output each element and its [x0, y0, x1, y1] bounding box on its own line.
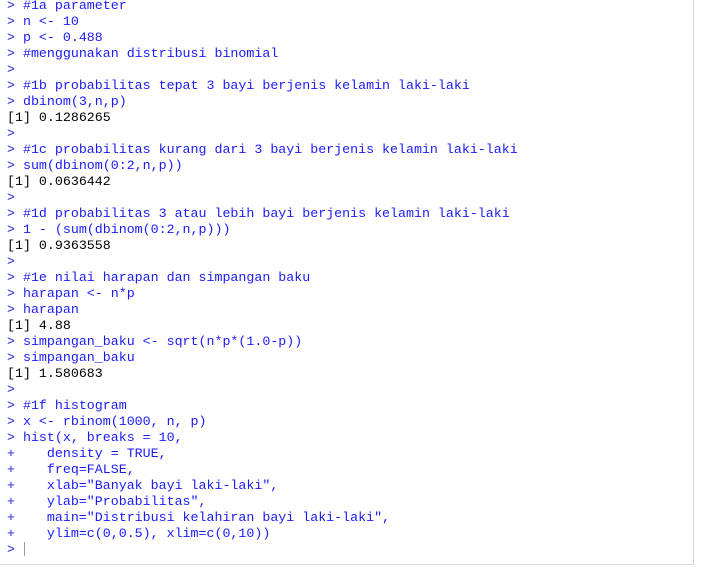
prompt-symbol: + [7, 462, 23, 477]
command-line: > [7, 62, 518, 78]
prompt-symbol: > [7, 30, 23, 45]
command-line: + freq=FALSE, [7, 462, 518, 478]
command-text: p <- 0.488 [22, 30, 103, 45]
prompt-symbol: + [7, 494, 23, 509]
prompt-symbol: > [7, 414, 23, 429]
output-text: [1] 4.88 [7, 318, 71, 333]
command-line: > [7, 254, 518, 270]
command-text: main="Distribusi kelahiran bayi laki-lak… [22, 510, 391, 525]
command-line: > [7, 126, 518, 142]
prompt-symbol: > [7, 398, 23, 413]
prompt-symbol: > [7, 14, 23, 29]
command-text: #menggunakan distribusi binomial [22, 46, 279, 61]
command-text: #1f histogram [22, 398, 127, 413]
command-text: ylim=c(0,0.5), xlim=c(0,10)) [22, 526, 271, 541]
command-line: > #1b probabilitas tepat 3 bayi berjenis… [7, 78, 518, 94]
command-line: > #1e nilai harapan dan simpangan baku [7, 270, 518, 286]
command-line: + ylab="Probabilitas", [7, 494, 518, 510]
command-text: #1a parameter [22, 0, 127, 13]
command-line: + ylim=c(0,0.5), xlim=c(0,10)) [7, 526, 518, 542]
command-text: simpangan_baku [22, 350, 135, 365]
prompt-symbol: > [7, 542, 23, 557]
prompt-symbol: > [7, 158, 23, 173]
command-line: + density = TRUE, [7, 446, 518, 462]
command-line: > hist(x, breaks = 10, [7, 430, 518, 446]
command-line: + xlab="Banyak bayi laki-laki", [7, 478, 518, 494]
prompt-symbol: > [7, 46, 23, 61]
prompt-symbol: + [7, 510, 23, 525]
prompt-symbol: > [7, 254, 23, 269]
command-line: > 1 - (sum(dbinom(0:2,n,p))) [7, 222, 518, 238]
command-line: > #1c probabilitas kurang dari 3 bayi be… [7, 142, 518, 158]
text-cursor [23, 542, 25, 557]
command-line: > dbinom(3,n,p) [7, 94, 518, 110]
prompt-symbol: > [7, 350, 23, 365]
prompt-symbol: > [7, 126, 23, 141]
command-text: #1c probabilitas kurang dari 3 bayi berj… [22, 142, 518, 157]
console-output: > #1a parameter > n <- 10 > p <- 0.488 > #m… [7, 0, 518, 558]
command-line: > #menggunakan distribusi binomial [7, 46, 518, 62]
prompt-symbol: > [7, 286, 23, 301]
command-line: + main="Distribusi kelahiran bayi laki-l… [7, 510, 518, 526]
r-console[interactable]: > #1a parameter > n <- 10 > p <- 0.488 > #m… [0, 0, 694, 565]
prompt-symbol: > [7, 142, 23, 157]
command-line: > #1a parameter [7, 0, 518, 14]
command-input-line[interactable]: > [7, 542, 518, 558]
command-text: #1b probabilitas tepat 3 bayi berjenis k… [22, 78, 470, 93]
command-text: 1 - (sum(dbinom(0:2,n,p))) [22, 222, 231, 237]
prompt-symbol: > [7, 206, 23, 221]
prompt-symbol: > [7, 62, 23, 77]
prompt-symbol: > [7, 302, 23, 317]
output-text: [1] 0.1286265 [7, 110, 111, 125]
output-text: [1] 0.0636442 [7, 174, 111, 189]
prompt-symbol: > [7, 0, 23, 13]
output-line: [1] 0.9363558 [7, 238, 518, 254]
command-text: ylab="Probabilitas", [22, 494, 207, 509]
command-line: > harapan <- n*p [7, 286, 518, 302]
output-text: [1] 0.9363558 [7, 238, 111, 253]
output-line: [1] 1.580683 [7, 366, 518, 382]
command-line: > n <- 10 [7, 14, 518, 30]
command-text: harapan <- n*p [22, 286, 135, 301]
command-line: > #1d probabilitas 3 atau lebih bayi ber… [7, 206, 518, 222]
prompt-symbol: > [7, 222, 23, 237]
command-text: #1d probabilitas 3 atau lebih bayi berje… [22, 206, 510, 221]
prompt-symbol: > [7, 430, 23, 445]
command-line: > [7, 190, 518, 206]
prompt-symbol: > [7, 78, 23, 93]
command-text: x <- rbinom(1000, n, p) [22, 414, 207, 429]
output-line: [1] 0.0636442 [7, 174, 518, 190]
prompt-symbol: + [7, 478, 23, 493]
command-line: > p <- 0.488 [7, 30, 518, 46]
command-text: hist(x, breaks = 10, [22, 430, 183, 445]
command-text: sum(dbinom(0:2,n,p)) [22, 158, 183, 173]
prompt-symbol: > [7, 94, 23, 109]
prompt-symbol: > [7, 190, 23, 205]
output-line: [1] 4.88 [7, 318, 518, 334]
command-line: > #1f histogram [7, 398, 518, 414]
command-text: n <- 10 [22, 14, 79, 29]
command-text: freq=FALSE, [22, 462, 135, 477]
prompt-symbol: + [7, 526, 23, 541]
command-line: > simpangan_baku [7, 350, 518, 366]
prompt-symbol: > [7, 334, 23, 349]
output-line: [1] 0.1286265 [7, 110, 518, 126]
command-line: > sum(dbinom(0:2,n,p)) [7, 158, 518, 174]
command-text: simpangan_baku <- sqrt(n*p*(1.0-p)) [22, 334, 303, 349]
command-line: > x <- rbinom(1000, n, p) [7, 414, 518, 430]
command-text: harapan [22, 302, 79, 317]
output-text: [1] 1.580683 [7, 366, 103, 381]
command-text: #1e nilai harapan dan simpangan baku [22, 270, 311, 285]
command-text: density = TRUE, [22, 446, 167, 461]
command-line: > [7, 382, 518, 398]
prompt-symbol: > [7, 382, 23, 397]
command-line: > simpangan_baku <- sqrt(n*p*(1.0-p)) [7, 334, 518, 350]
command-text: dbinom(3,n,p) [22, 94, 127, 109]
command-line: > harapan [7, 302, 518, 318]
prompt-symbol: > [7, 270, 23, 285]
command-text: xlab="Banyak bayi laki-laki", [22, 478, 279, 493]
prompt-symbol: + [7, 446, 23, 461]
